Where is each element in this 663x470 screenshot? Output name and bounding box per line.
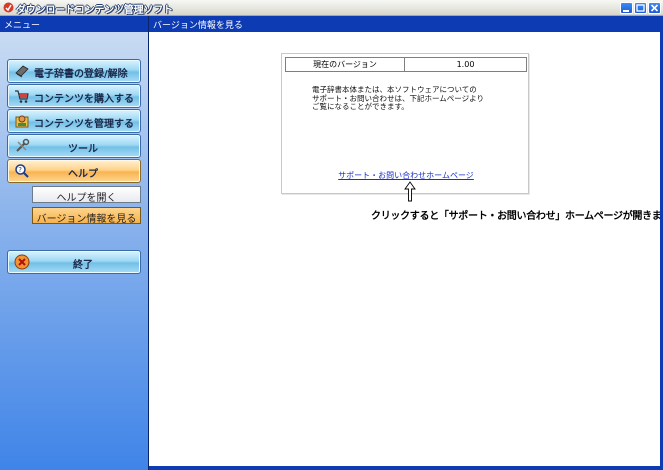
nav-tools[interactable]: ツール <box>7 134 141 158</box>
version-info-box: 現在のバージョン 1.00 電子辞書本体または、本ソフトウェアについての サポー… <box>281 53 529 194</box>
app-window: ダウンロードコンテンツ管理ソフト メニュー 電子辞書の登録/解除 コンテンツを購… <box>0 0 663 470</box>
shopping-cart-icon <box>15 90 29 103</box>
version-value: 1.00 <box>404 57 527 72</box>
version-info-button[interactable]: バージョン情報を見る <box>32 207 141 225</box>
version-label: 現在のバージョン <box>285 57 405 72</box>
main-content: 現在のバージョン 1.00 電子辞書本体または、本ソフトウェアについての サポー… <box>149 32 663 466</box>
nav-dictionary-register-label: 電子辞書の登録/解除 <box>34 69 128 80</box>
manage-icon <box>15 115 29 128</box>
nav-buy-content-label: コンテンツを購入する <box>34 94 134 105</box>
link-caption: クリックすると「サポート・お問い合わせ」ホームページが開きます <box>371 211 663 222</box>
support-homepage-link[interactable]: サポート・お問い合わせホームページ <box>282 170 530 181</box>
close-button[interactable] <box>648 2 661 14</box>
nav-help[interactable]: ? ヘルプ <box>7 159 141 183</box>
exit-button[interactable]: 終了 <box>7 250 141 274</box>
nav-help-label: ヘルプ <box>68 169 98 180</box>
page-title: バージョン情報を見る <box>149 16 663 32</box>
info-line: ご覧になることができます。 <box>312 102 409 111</box>
svg-text:?: ? <box>18 166 22 174</box>
exit-icon <box>14 254 30 270</box>
dictionary-icon <box>15 65 29 78</box>
version-table: 現在のバージョン 1.00 <box>285 57 527 72</box>
minimize-button[interactable] <box>620 2 633 14</box>
help-open-button[interactable]: ヘルプを開く <box>32 186 141 204</box>
sidebar: 電子辞書の登録/解除 コンテンツを購入する コンテンツを管理する ツール ? ヘ… <box>0 32 148 470</box>
nav-manage-content[interactable]: コンテンツを管理する <box>7 109 141 133</box>
app-icon <box>3 2 14 13</box>
exit-label: 終了 <box>73 260 93 271</box>
help-magnifier-icon: ? <box>15 164 29 178</box>
tools-icon <box>16 138 30 152</box>
maximize-button[interactable] <box>634 2 647 14</box>
maximize-icon <box>636 4 645 12</box>
support-info-text: 電子辞書本体または、本ソフトウェアについての サポート・お問い合わせは、下記ホー… <box>312 85 517 112</box>
mouse-pointer-icon <box>404 181 416 202</box>
nav-dictionary-register[interactable]: 電子辞書の登録/解除 <box>7 59 141 83</box>
window-title: ダウンロードコンテンツ管理ソフト <box>16 5 173 16</box>
nav-tools-label: ツール <box>68 144 98 155</box>
close-icon <box>650 4 659 12</box>
menu-header: メニュー <box>0 16 148 32</box>
nav-buy-content[interactable]: コンテンツを購入する <box>7 84 141 108</box>
title-bar[interactable]: ダウンロードコンテンツ管理ソフト <box>0 0 663 16</box>
nav-manage-content-label: コンテンツを管理する <box>34 119 134 130</box>
minimize-icon <box>623 10 629 12</box>
window-border-bottom <box>149 466 663 470</box>
